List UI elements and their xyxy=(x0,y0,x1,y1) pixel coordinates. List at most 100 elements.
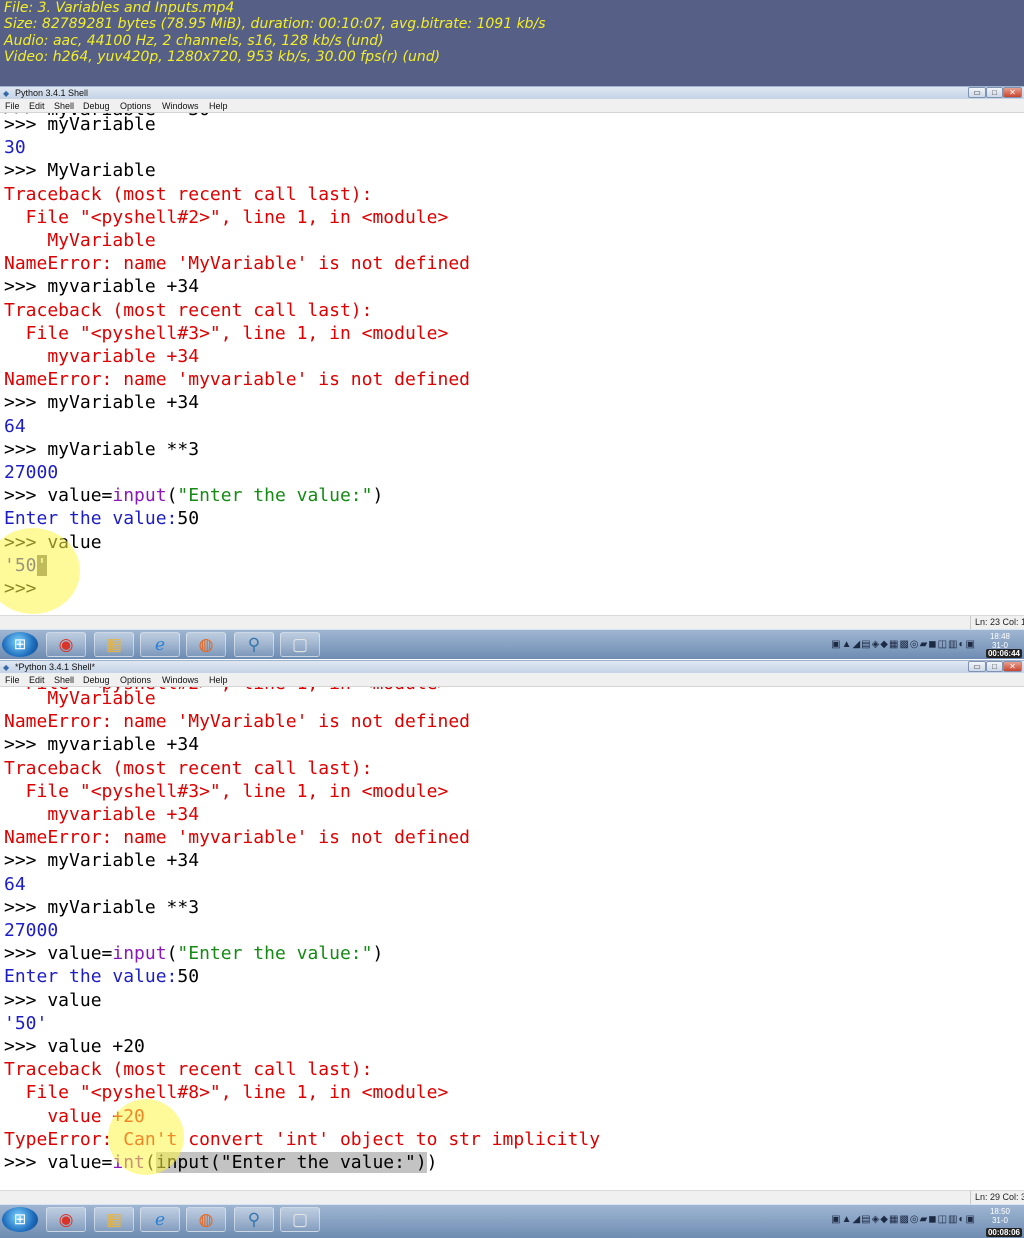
menu-debug[interactable]: Debug xyxy=(83,100,110,112)
code-line: NameError: name 'myvariable' is not defi… xyxy=(4,826,470,849)
code-line: NameError: name 'MyVariable' is not defi… xyxy=(4,710,470,733)
code-segment: myvariable +34 xyxy=(4,346,200,367)
code-line: Traceback (most recent call last): xyxy=(4,299,372,322)
clock-time: 18:50 xyxy=(989,1207,1011,1216)
code-segment: >>> myVariable **3 xyxy=(4,438,200,460)
info-video-line: Video: h264, yuv420p, 1280x720, 953 kb/s… xyxy=(4,49,441,65)
window-title: *Python 3.4.1 Shell* xyxy=(15,662,96,672)
taskbar-ie-icon[interactable]: ℯ xyxy=(140,632,180,657)
code-segment: File "<pyshell#2>", line 1, in <module> xyxy=(4,206,449,228)
status-bar: Ln: 29 Col: 39 xyxy=(0,1190,1024,1204)
menu-file[interactable]: File xyxy=(5,674,20,686)
code-segment: int xyxy=(112,1152,145,1173)
video-info-overlay: File: 3. Variables and Inputs.mp4 Size: … xyxy=(0,0,1024,86)
code-segment: ) xyxy=(372,485,384,507)
shell-text-area[interactable]: File "<pyshell#2>", line 1, in <module> … xyxy=(0,687,1024,1190)
code-segment: >>> value xyxy=(4,989,102,1011)
menu-windows[interactable]: Windows xyxy=(162,674,199,686)
taskbar-firefox-icon[interactable]: ◍ xyxy=(186,632,226,657)
code-line: 27000 xyxy=(4,461,58,484)
code-segment: input xyxy=(112,485,167,507)
taskbar-ie-icon[interactable]: ℯ xyxy=(140,1207,180,1232)
menu-shell[interactable]: Shell xyxy=(54,674,74,686)
clock[interactable]: 18:50 31-0 xyxy=(978,1207,1022,1225)
system-tray-icons[interactable]: ▣▲◢▤◈◆▦▩◎▰◼◫▥◐▣ xyxy=(831,638,976,652)
taskbar-window-icon[interactable]: ▢ xyxy=(280,632,320,657)
menu-debug[interactable]: Debug xyxy=(83,674,110,686)
code-segment: NameError: name 'MyVariable' is not defi… xyxy=(4,253,470,275)
code-segment: ( xyxy=(166,485,178,507)
code-segment: input("Enter the value:") xyxy=(155,1152,427,1173)
code-segment: File "<pyshell#3>", line 1, in <module> xyxy=(4,322,449,344)
code-segment: '50 xyxy=(4,554,37,576)
code-line: '50' xyxy=(4,554,48,577)
minimize-button[interactable]: ▭ xyxy=(968,87,986,98)
menu-options[interactable]: Options xyxy=(120,100,151,112)
code-line: >>> myVariable +34 xyxy=(4,391,199,414)
code-line: File "<pyshell#3>", line 1, in <module> xyxy=(4,322,449,345)
taskbar-python-icon[interactable]: ⚲ xyxy=(234,632,274,657)
title-bar[interactable]: ◆ *Python 3.4.1 Shell* ▭ □ ✕ xyxy=(0,660,1024,673)
taskbar-start-icon[interactable]: ⊞ xyxy=(2,632,38,657)
code-segment: "Enter the value:" xyxy=(177,485,373,507)
window-title: Python 3.4.1 Shell xyxy=(15,88,89,98)
taskbar: ⊞ ◉ ▦ ℯ ◍ ⚲ ▢ ▣▲◢▤◈◆▦▩◎▰◼◫▥◐▣ 18:50 31-0 00:08… xyxy=(0,1204,1024,1238)
clock[interactable]: 18:48 31-0 xyxy=(978,632,1022,650)
close-button[interactable]: ✕ xyxy=(1003,661,1022,672)
taskbar-chrome-icon[interactable]: ◉ xyxy=(46,632,86,657)
info-size-line: Size: 82789281 bytes (78.95 MiB), durati… xyxy=(4,16,546,32)
code-line: myvariable +34 xyxy=(4,803,199,826)
menu-edit[interactable]: Edit xyxy=(29,100,45,112)
menu-file[interactable]: File xyxy=(5,100,20,112)
title-bar[interactable]: ◆ Python 3.4.1 Shell ▭ □ ✕ xyxy=(0,86,1024,99)
code-segment: Traceback (most recent call last): xyxy=(4,299,373,321)
code-line: File "<pyshell#3>", line 1, in <module> xyxy=(4,780,449,803)
code-segment: File "<pyshell#8>", line 1, in <module> xyxy=(4,1082,449,1104)
taskbar-start-icon[interactable]: ⊞ xyxy=(2,1207,38,1232)
close-button[interactable]: ✕ xyxy=(1003,87,1022,98)
taskbar-firefox-icon[interactable]: ◍ xyxy=(186,1207,226,1232)
code-segment: NameError: name 'myvariable' is not defi… xyxy=(4,827,470,849)
menu-edit[interactable]: Edit xyxy=(29,674,45,686)
minimize-button[interactable]: ▭ xyxy=(968,661,986,672)
menu-shell[interactable]: Shell xyxy=(54,100,74,112)
code-line: >>> value=input("Enter the value:") xyxy=(4,942,383,965)
code-line: 27000 xyxy=(4,919,58,942)
taskbar-explorer-icon[interactable]: ▦ xyxy=(94,632,134,657)
code-line: Enter the value:50 xyxy=(4,965,199,988)
menu-help[interactable]: Help xyxy=(209,674,228,686)
code-line: value +20 xyxy=(4,1105,145,1128)
code-segment: >>> MyVariable xyxy=(4,160,156,182)
code-line: >>> value xyxy=(4,989,102,1012)
taskbar-chrome-icon[interactable]: ◉ xyxy=(46,1207,86,1232)
taskbar-window-icon[interactable]: ▢ xyxy=(280,1207,320,1232)
code-line: 64 xyxy=(4,873,26,896)
code-segment: >>> value= xyxy=(4,943,113,965)
code-segment: Enter the value: xyxy=(4,966,178,988)
taskbar: ⊞ ◉ ▦ ℯ ◍ ⚲ ▢ ▣▲◢▤◈◆▦▩◎▰◼◫▥◐▣ 18:48 31-0 00:06… xyxy=(0,629,1024,659)
code-segment: >>> myvariable +34 xyxy=(4,276,200,298)
code-line: File "<pyshell#2>", line 1, in <module> xyxy=(4,206,449,229)
code-line: MyVariable xyxy=(4,687,155,710)
menu-help[interactable]: Help xyxy=(209,100,228,112)
code-segment: "Enter the value:" xyxy=(177,943,373,965)
menu-windows[interactable]: Windows xyxy=(162,100,199,112)
taskbar-python-icon[interactable]: ⚲ xyxy=(234,1207,274,1232)
maximize-button[interactable]: □ xyxy=(986,661,1003,672)
info-audio-line: Audio: aac, 44100 Hz, 2 channels, s16, 1… xyxy=(4,33,384,49)
system-tray-icons[interactable]: ▣▲◢▤◈◆▦▩◎▰◼◫▥◐▣ xyxy=(831,1213,976,1227)
code-line: >>> myvariable +34 xyxy=(4,275,199,298)
code-segment: '50' xyxy=(4,1012,48,1034)
code-line: >>> value +20 xyxy=(4,1035,145,1058)
code-segment: 64 xyxy=(4,415,26,437)
code-line: >>> value=input("Enter the value:") xyxy=(4,484,383,507)
info-file-line: File: 3. Variables and Inputs.mp4 xyxy=(4,0,235,16)
code-line: Traceback (most recent call last): xyxy=(4,1058,372,1081)
code-line: Enter the value:50 xyxy=(4,507,199,530)
shell-text-area[interactable]: >>> myVariable = 30 >>> myVariable30>>> … xyxy=(0,113,1024,615)
code-segment: >>> myVariable xyxy=(4,114,156,135)
maximize-button[interactable]: □ xyxy=(986,87,1003,98)
menu-options[interactable]: Options xyxy=(120,674,151,686)
clock-date: 31-0 xyxy=(991,1216,1008,1225)
taskbar-explorer-icon[interactable]: ▦ xyxy=(94,1207,134,1232)
